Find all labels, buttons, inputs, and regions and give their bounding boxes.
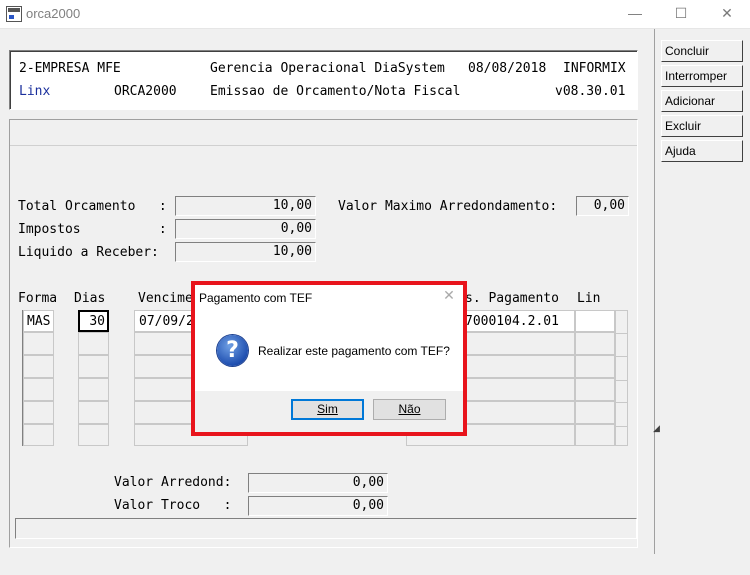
- arred-label: Valor Arredond:: [114, 475, 232, 490]
- no-button[interactable]: Não: [373, 399, 446, 420]
- dias-cell[interactable]: [78, 332, 109, 355]
- total-label: Total Orcamento :: [18, 199, 167, 214]
- system-label: Gerencia Operacional DiaSystem: [210, 61, 445, 76]
- dias-column: 30: [78, 310, 109, 446]
- col-pagamento-header: s. Pagamento: [465, 291, 559, 306]
- forma-cell[interactable]: [23, 401, 54, 424]
- troco-label: Valor Troco :: [114, 498, 232, 513]
- liquido-value: 10,00: [175, 242, 316, 262]
- lin-cell[interactable]: [575, 355, 615, 378]
- brand-label: Linx: [19, 84, 51, 99]
- dialog-message: Realizar este pagamento com TEF?: [258, 344, 450, 358]
- no-button-label: Não: [398, 402, 421, 416]
- dialog-close-icon[interactable]: ✕: [441, 287, 457, 304]
- grid-scrollbar[interactable]: [615, 310, 628, 446]
- version-label: v08.30.01: [555, 84, 626, 99]
- impostos-label: Impostos :: [18, 222, 167, 237]
- status-bar: [15, 518, 637, 539]
- arred-value: 0,00: [248, 473, 388, 493]
- dialog-footer: Sim Não: [195, 391, 463, 432]
- app-icon: [6, 6, 22, 22]
- total-value: 10,00: [175, 196, 316, 216]
- concluir-button[interactable]: Concluir: [661, 40, 743, 62]
- pagamento-value: 7000104.2.01: [465, 314, 559, 329]
- forma-cell[interactable]: [23, 424, 54, 446]
- yes-button-label: Sim: [317, 402, 338, 416]
- lin-cell[interactable]: [575, 424, 615, 446]
- interromper-button[interactable]: Interromper: [661, 65, 743, 87]
- company-label: 2-EMPRESA MFE: [19, 61, 121, 76]
- tef-dialog: Pagamento com TEF ✕ ? Realizar este paga…: [195, 285, 463, 432]
- col-vencimento-header: Vencime: [138, 291, 193, 306]
- lin-cell[interactable]: [575, 378, 615, 401]
- date-label: 08/08/2018: [468, 61, 547, 76]
- lin-cell[interactable]: [575, 332, 615, 355]
- col-forma-header: Forma: [18, 291, 58, 306]
- col-dias-header: Dias: [74, 291, 106, 306]
- forma-value: MAS: [27, 314, 51, 329]
- close-button[interactable]: ✕: [704, 0, 750, 28]
- forma-column: MAS: [22, 310, 54, 446]
- forma-cell[interactable]: MAS: [23, 310, 54, 332]
- vencimento-value: 07/09/2: [139, 314, 194, 329]
- dias-cell[interactable]: [78, 355, 109, 378]
- dias-cell-active[interactable]: 30: [78, 310, 109, 332]
- troco-value: 0,00: [248, 496, 388, 516]
- adicionar-button[interactable]: Adicionar: [661, 90, 743, 112]
- scroll-cell: [616, 356, 627, 381]
- body-top-strip: [10, 120, 637, 146]
- yes-button[interactable]: Sim: [291, 399, 364, 420]
- max-arred-value: 0,00: [576, 196, 629, 216]
- scroll-cell: [616, 311, 627, 334]
- forma-cell[interactable]: [23, 355, 54, 378]
- col-lin-header: Lin: [577, 291, 601, 306]
- minimize-button[interactable]: —: [612, 0, 658, 28]
- liquido-label: Liquido a Receber:: [18, 245, 159, 260]
- module-label: Emissao de Orcamento/Nota Fiscal: [210, 84, 461, 99]
- dias-cell[interactable]: [78, 424, 109, 446]
- header-panel: 2-EMPRESA MFE Gerencia Operacional DiaSy…: [9, 50, 638, 110]
- max-arred-label: Valor Maximo Arredondamento:: [338, 199, 558, 214]
- dialog-title: Pagamento com TEF: [199, 291, 313, 305]
- lin-cell[interactable]: [575, 401, 615, 424]
- db-label: INFORMIX: [563, 61, 626, 76]
- resize-grip-icon[interactable]: ◢: [653, 423, 660, 434]
- window-titlebar[interactable]: orca2000 — ☐ ✕: [0, 0, 750, 29]
- excluir-button[interactable]: Excluir: [661, 115, 743, 137]
- dias-cell[interactable]: [78, 378, 109, 401]
- forma-cell[interactable]: [23, 378, 54, 401]
- lin-cell[interactable]: [575, 310, 615, 332]
- lin-column: [575, 310, 615, 446]
- forma-cell[interactable]: [23, 332, 54, 355]
- dias-cell[interactable]: [78, 401, 109, 424]
- impostos-value: 0,00: [175, 219, 316, 239]
- maximize-button[interactable]: ☐: [658, 0, 704, 28]
- program-label: ORCA2000: [114, 84, 177, 99]
- dias-value: 30: [89, 314, 105, 329]
- question-icon: ?: [217, 335, 248, 366]
- window-title: orca2000: [26, 6, 81, 21]
- ajuda-button[interactable]: Ajuda: [661, 140, 743, 162]
- scroll-cell: [616, 402, 627, 427]
